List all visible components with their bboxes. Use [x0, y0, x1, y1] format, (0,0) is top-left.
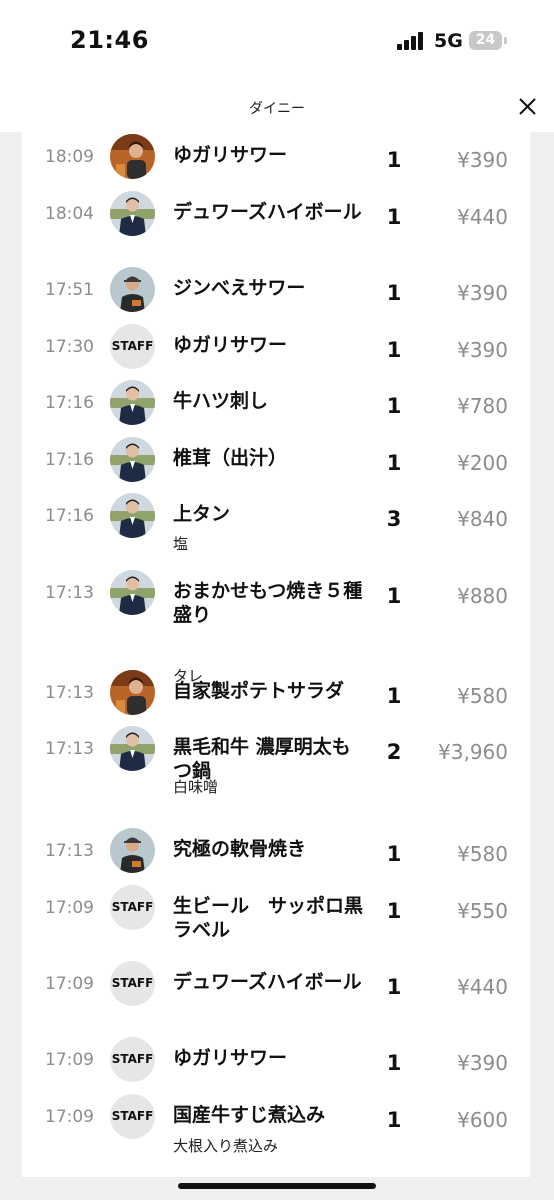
avatar [110, 726, 155, 771]
item-quantity: 1 [386, 975, 402, 999]
battery-icon: 24 [469, 31, 502, 50]
item-price: ¥390 [457, 1051, 508, 1075]
item-name: 牛ハツ刺し [173, 390, 269, 412]
signal-icon [397, 32, 427, 50]
order-time: 17:09 [45, 1107, 94, 1127]
order-time: 17:16 [45, 393, 94, 413]
item-name: ゆガリサワー [173, 334, 288, 356]
item-price: ¥880 [457, 584, 508, 608]
order-time: 17:09 [45, 974, 94, 994]
item-quantity: 1 [386, 899, 402, 923]
item-price: ¥390 [457, 338, 508, 362]
order-time: 17:09 [45, 1050, 94, 1070]
item-name: ジンべえサワー [173, 277, 306, 299]
item-quantity: 1 [386, 451, 402, 475]
item-quantity: 1 [386, 1051, 402, 1075]
order-history-list[interactable]: 18:09 ゆガリサワー 1 ¥390 18:04 デュワーズハイボール 1 ¥440 17:5… [22, 132, 530, 1177]
order-time: 17:13 [45, 683, 94, 703]
avatar [110, 437, 155, 482]
item-price: ¥390 [457, 281, 508, 305]
item-quantity: 1 [386, 394, 402, 418]
avatar [110, 134, 155, 179]
avatar [110, 191, 155, 236]
item-quantity: 1 [386, 684, 402, 708]
staff-avatar: STAFF [110, 1037, 155, 1082]
avatar [110, 380, 155, 425]
item-name: 生ビール サッポロ黒ラベル [173, 895, 364, 941]
order-time: 18:09 [45, 147, 94, 167]
order-time: 17:13 [45, 739, 94, 759]
network-type: 5G [434, 30, 463, 52]
item-note: 白味噌 [173, 778, 219, 796]
order-time: 17:13 [45, 583, 94, 603]
staff-avatar: STAFF [110, 885, 155, 930]
header: ダイニー [0, 80, 554, 132]
item-name: 椎茸（出汁） [173, 447, 288, 469]
item-price: ¥600 [457, 1108, 508, 1132]
order-time: 18:04 [45, 204, 94, 224]
status-bar: 21:46 5G 24 [0, 0, 554, 80]
item-quantity: 1 [386, 148, 402, 172]
order-time: 17:51 [45, 280, 94, 300]
avatar [110, 828, 155, 873]
item-price: ¥550 [457, 899, 508, 923]
status-time: 21:46 [70, 26, 149, 54]
item-price: ¥580 [457, 842, 508, 866]
item-name: デュワーズハイボール [173, 201, 362, 223]
item-quantity: 3 [386, 507, 402, 531]
item-price: ¥580 [457, 684, 508, 708]
avatar [110, 670, 155, 715]
item-price: ¥3,960 [438, 740, 508, 764]
avatar [110, 493, 155, 538]
order-time: 17:09 [45, 898, 94, 918]
order-time: 17:16 [45, 506, 94, 526]
item-price: ¥440 [457, 975, 508, 999]
item-price: ¥440 [457, 205, 508, 229]
item-name: 上タン [173, 503, 231, 525]
close-icon[interactable] [510, 90, 544, 124]
staff-avatar: STAFF [110, 324, 155, 369]
item-price: ¥840 [457, 507, 508, 531]
item-quantity: 1 [386, 1108, 402, 1132]
order-time: 17:13 [45, 841, 94, 861]
page-title: ダイニー [249, 101, 305, 117]
staff-avatar: STAFF [110, 961, 155, 1006]
item-name: デュワーズハイボール [173, 971, 362, 993]
item-quantity: 1 [386, 205, 402, 229]
avatar [110, 570, 155, 615]
item-name: 究極の軟骨焼き [173, 838, 307, 860]
item-name: ゆガリサワー [173, 144, 288, 166]
staff-avatar: STAFF [110, 1094, 155, 1139]
avatar [110, 267, 155, 312]
item-name: おまかせもつ焼き５種盛り [173, 580, 363, 626]
item-name: 自家製ポテトサラダ [173, 680, 345, 702]
item-price: ¥390 [457, 148, 508, 172]
item-name: ゆガリサワー [173, 1047, 288, 1069]
item-note: 大根入り煮込み [173, 1137, 279, 1155]
item-name: 国産牛すじ煮込み [173, 1104, 326, 1126]
item-quantity: 1 [386, 842, 402, 866]
item-price: ¥780 [457, 394, 508, 418]
item-price: ¥200 [457, 451, 508, 475]
item-note: 塩 [173, 535, 189, 553]
item-quantity: 2 [386, 740, 402, 764]
order-time: 17:16 [45, 450, 94, 470]
home-indicator [178, 1183, 376, 1189]
order-time: 17:30 [45, 337, 94, 357]
battery-tip [504, 37, 507, 44]
item-quantity: 1 [386, 584, 402, 608]
item-quantity: 1 [386, 281, 402, 305]
item-quantity: 1 [386, 338, 402, 362]
